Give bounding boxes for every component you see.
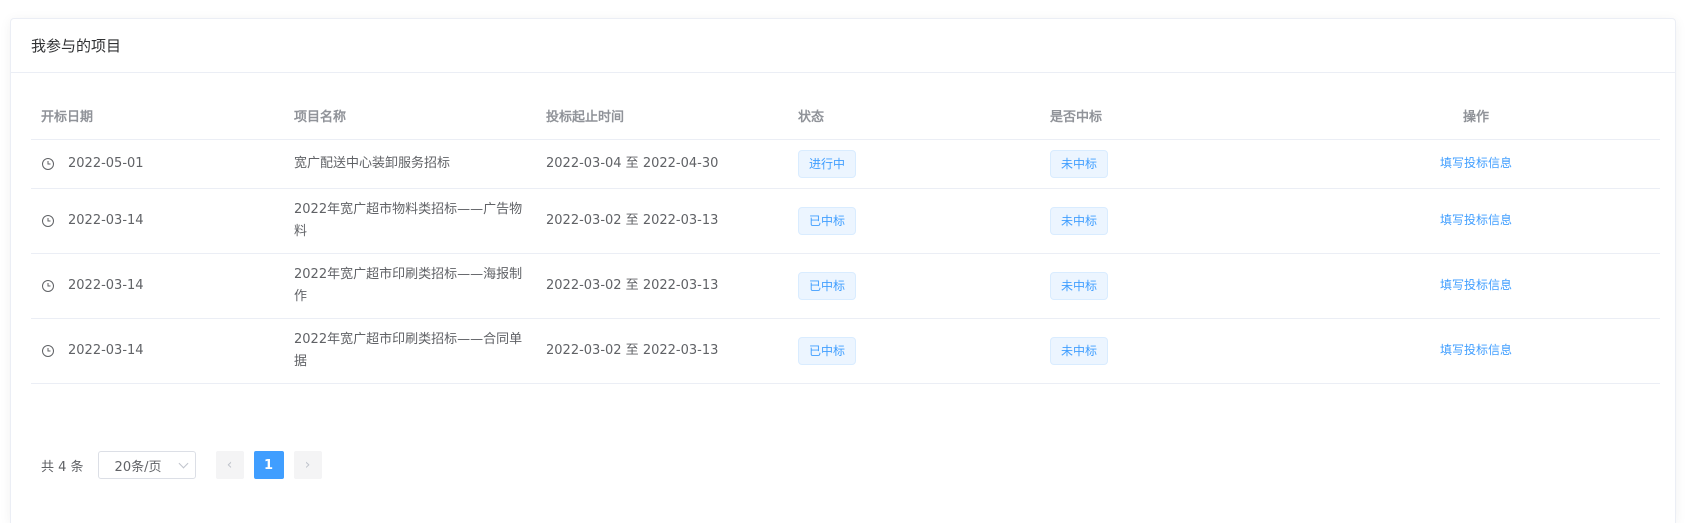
fill-bid-info-link[interactable]: 填写投标信息 [1440, 213, 1512, 227]
clock-icon [42, 344, 54, 357]
project-name: 宽广配送中心装卸服务招标 [294, 155, 451, 171]
table-header-row: 开标日期 项目名称 投标起止时间 状态 是否中标 操作 [31, 93, 1660, 140]
col-header-project-name[interactable]: 项目名称 [284, 93, 536, 140]
table-row: 2022-05-01 宽广配送中心装卸服务招标 2022-03-04 至 202… [31, 139, 1660, 189]
table-row: 2022-03-14 2022年宽广超市印刷类招标——海报制作 2022-03-… [31, 253, 1660, 319]
chevron-down-icon [178, 458, 188, 468]
status-badge: 已中标 [798, 271, 857, 300]
open-date: 2022-03-14 [68, 277, 144, 293]
next-page-button[interactable]: › [293, 451, 322, 479]
fill-bid-info-link[interactable]: 填写投标信息 [1440, 278, 1512, 292]
project-name: 2022年宽广超市印刷类招标——海报制作 [294, 266, 523, 304]
table-row: 2022-03-14 2022年宽广超市物料类招标——广告物料 2022-03-… [31, 188, 1660, 254]
col-header-open-date[interactable]: 开标日期 [31, 93, 284, 140]
page-size-value: 20条/页 [114, 459, 162, 475]
page-size-select[interactable]: 20条/页 [97, 451, 196, 479]
table-row: 2022-03-14 2022年宽广超市印刷类招标——合同单据 2022-03-… [31, 318, 1660, 384]
col-header-status[interactable]: 状态 [788, 93, 1040, 140]
bid-period: 2022-03-02 至 2022-03-13 [536, 318, 788, 384]
fill-bid-info-link[interactable]: 填写投标信息 [1440, 156, 1512, 170]
card-title: 我参与的项目 [11, 19, 1675, 73]
pagination: 共 4 条 20条/页 ‹ 1 › [41, 451, 332, 479]
clock-icon [42, 214, 54, 227]
project-name: 2022年宽广超市印刷类招标——合同单据 [294, 331, 523, 369]
page-number-current[interactable]: 1 [253, 451, 284, 479]
won-badge: 未中标 [1050, 149, 1109, 178]
bid-period: 2022-03-04 至 2022-04-30 [536, 139, 788, 189]
col-header-won[interactable]: 是否中标 [1040, 93, 1292, 140]
bid-period: 2022-03-02 至 2022-03-13 [536, 253, 788, 319]
projects-card: 我参与的项目 开标日期 项目名称 投标起止时间 状态 是否中标 操作 2022-… [10, 18, 1676, 523]
col-header-bid-period[interactable]: 投标起止时间 [536, 93, 788, 140]
bid-period: 2022-03-02 至 2022-03-13 [536, 188, 788, 254]
open-date: 2022-03-14 [68, 342, 144, 358]
won-badge: 未中标 [1050, 206, 1109, 235]
prev-page-button[interactable]: ‹ [215, 451, 244, 479]
clock-icon [42, 279, 54, 292]
project-name: 2022年宽广超市物料类招标——广告物料 [294, 201, 523, 239]
fill-bid-info-link[interactable]: 填写投标信息 [1440, 343, 1512, 357]
pagination-total: 共 4 条 [41, 459, 84, 475]
open-date: 2022-03-14 [68, 212, 144, 228]
open-date: 2022-05-01 [68, 155, 144, 171]
projects-table: 开标日期 项目名称 投标起止时间 状态 是否中标 操作 2022-05-01 宽… [31, 93, 1660, 384]
status-badge: 已中标 [798, 206, 857, 235]
col-header-action[interactable]: 操作 [1292, 93, 1660, 140]
status-badge: 已中标 [798, 336, 857, 365]
won-badge: 未中标 [1050, 336, 1109, 365]
won-badge: 未中标 [1050, 271, 1109, 300]
clock-icon [42, 157, 54, 170]
status-badge: 进行中 [798, 149, 857, 178]
